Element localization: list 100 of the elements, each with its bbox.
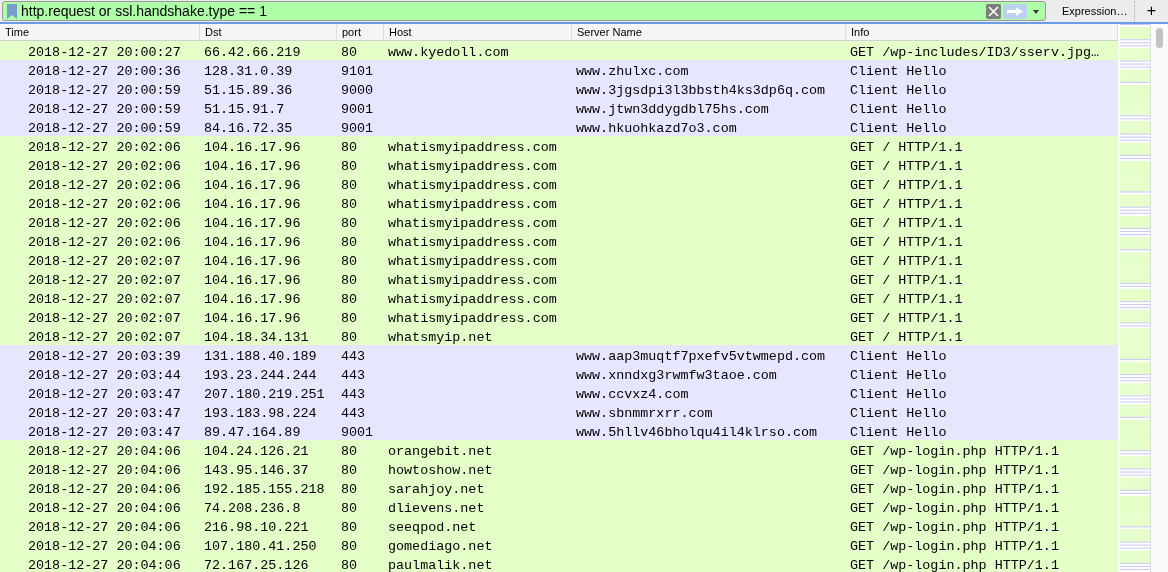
packet-row[interactable]: 2018-12-27 20:03:47 89.47.164.89 9001 www.5hllv46bholqu4il4klrso.com Client Hello bbox=[0, 421, 1118, 440]
packet-row[interactable]: 2018-12-27 20:02:06 104.16.17.96 80 whatismyipaddress.com GET / HTTP/1.1 bbox=[0, 212, 1118, 231]
clear-icon[interactable] bbox=[986, 3, 1001, 19]
table-cell-text: 84.16.72.35 bbox=[203, 120, 293, 136]
table-cell-text: GET / HTTP/1.1 bbox=[849, 310, 963, 326]
table-cell-text: 2018-12-27 20:03:47 bbox=[27, 386, 181, 402]
table-cell-text: 193.23.244.244 bbox=[203, 367, 317, 383]
table-cell-text: 104.16.17.96 bbox=[203, 272, 301, 288]
packet-row[interactable]: 2018-12-27 20:04:06 192.185.155.218 80 sarahjoy.net GET /wp-login.php HTTP/1.1 bbox=[0, 478, 1118, 497]
column-header[interactable]: Time bbox=[0, 24, 200, 40]
packet-row[interactable]: 2018-12-27 20:02:06 104.16.17.96 80 whatismyipaddress.com GET / HTTP/1.1 bbox=[0, 155, 1118, 174]
table-cell-text: 207.180.219.251 bbox=[203, 386, 325, 402]
packet-row[interactable]: 2018-12-27 20:04:06 107.180.41.250 80 gomediago.net GET /wp-login.php HTTP/1.1 bbox=[0, 535, 1118, 554]
table-cell-text: whatsmyip.net bbox=[387, 329, 493, 345]
table-cell-text: 80 bbox=[340, 519, 358, 535]
table-cell-text: 80 bbox=[340, 557, 358, 572]
table-cell-text: 2018-12-27 20:03:44 bbox=[27, 367, 181, 383]
packet-row[interactable]: 2018-12-27 20:00:59 51.15.91.7 9001 www.jtwn3ddygdbl75hs.com Client Hello bbox=[0, 98, 1118, 117]
table-cell-text: whatismyipaddress.com bbox=[387, 158, 557, 174]
table-cell-text: GET /wp-login.php HTTP/1.1 bbox=[849, 519, 1059, 535]
table-cell-text: sarahjoy.net bbox=[387, 481, 485, 497]
table-cell-text: 2018-12-27 20:02:07 bbox=[27, 253, 181, 269]
table-cell-text: 2018-12-27 20:03:47 bbox=[27, 405, 181, 421]
table-cell-text: www.kyedoll.com bbox=[387, 44, 509, 60]
table-cell-text: 104.16.17.96 bbox=[203, 253, 301, 269]
packet-row[interactable]: 2018-12-27 20:02:07 104.16.17.96 80 whatismyipaddress.com GET / HTTP/1.1 bbox=[0, 269, 1118, 288]
packet-row[interactable]: 2018-12-27 20:02:06 104.16.17.96 80 whatismyipaddress.com GET / HTTP/1.1 bbox=[0, 174, 1118, 193]
table-cell-text: 80 bbox=[340, 158, 358, 174]
table-cell-text: 72.167.25.126 bbox=[203, 557, 309, 572]
table-cell-text: 2018-12-27 20:00:36 bbox=[27, 63, 181, 79]
table-cell-text: www.5hllv46bholqu4il4klrso.com bbox=[575, 424, 818, 440]
table-cell-text: GET / HTTP/1.1 bbox=[849, 291, 963, 307]
table-cell-text: www.sbnmmrxrr.com bbox=[575, 405, 713, 421]
packet-row[interactable]: 2018-12-27 20:00:59 84.16.72.35 9001 www.hkuohkazd7o3.com Client Hello bbox=[0, 117, 1118, 136]
table-cell-text: whatismyipaddress.com bbox=[387, 310, 557, 326]
packet-row[interactable]: 2018-12-27 20:04:06 72.167.25.126 80 paulmalik.net GET /wp-login.php HTTP/1.1 bbox=[0, 554, 1118, 572]
table-cell-text: 80 bbox=[340, 44, 358, 60]
table-cell-text: 66.42.66.219 bbox=[203, 44, 301, 60]
column-header[interactable]: Server Name bbox=[572, 24, 846, 40]
table-cell-text: Client Hello bbox=[849, 367, 947, 383]
table-cell-text: Client Hello bbox=[849, 101, 947, 117]
table-cell-text: GET / HTTP/1.1 bbox=[849, 234, 963, 250]
table-cell-text: 104.18.34.131 bbox=[203, 329, 309, 345]
table-cell-text: 2018-12-27 20:02:06 bbox=[27, 139, 181, 155]
packet-row[interactable]: 2018-12-27 20:02:07 104.16.17.96 80 whatismyipaddress.com GET / HTTP/1.1 bbox=[0, 307, 1118, 326]
table-cell-text: 2018-12-27 20:02:06 bbox=[27, 234, 181, 250]
packet-row[interactable]: 2018-12-27 20:04:06 74.208.236.8 80 dlievens.net GET /wp-login.php HTTP/1.1 bbox=[0, 497, 1118, 516]
packet-row[interactable]: 2018-12-27 20:02:06 104.16.17.96 80 whatismyipaddress.com GET / HTTP/1.1 bbox=[0, 231, 1118, 250]
table-cell-text: www.ccvxz4.com bbox=[575, 386, 689, 402]
scrollbar[interactable] bbox=[1150, 24, 1168, 572]
packet-row[interactable]: 2018-12-27 20:00:27 66.42.66.219 80 www.kyedoll.com GET /wp-includes/ID3/sserv.jpg… bbox=[0, 41, 1118, 60]
packet-row[interactable]: 2018-12-27 20:02:07 104.18.34.131 80 whatsmyip.net GET / HTTP/1.1 bbox=[0, 326, 1118, 345]
packet-row[interactable]: 2018-12-27 20:02:06 104.16.17.96 80 whatismyipaddress.com GET / HTTP/1.1 bbox=[0, 136, 1118, 155]
add-button[interactable]: + bbox=[1134, 1, 1168, 21]
table-cell-text: 80 bbox=[340, 500, 358, 516]
table-cell-text: 143.95.146.37 bbox=[203, 462, 309, 478]
table-cell-text: www.hkuohkazd7o3.com bbox=[575, 120, 737, 136]
table-cell-text: 104.16.17.96 bbox=[203, 310, 301, 326]
column-header[interactable]: Dst bbox=[200, 24, 337, 40]
packet-row[interactable]: 2018-12-27 20:04:06 143.95.146.37 80 howtoshow.net GET /wp-login.php HTTP/1.1 bbox=[0, 459, 1118, 478]
table-cell-text: 2018-12-27 20:02:06 bbox=[27, 158, 181, 174]
table-cell-text: 216.98.10.221 bbox=[203, 519, 309, 535]
packet-row[interactable]: 2018-12-27 20:00:59 51.15.89.36 9000 www.3jgsdpi3l3bbsth4ks3dp6q.com Client Hello bbox=[0, 79, 1118, 98]
bookmark-icon[interactable] bbox=[7, 3, 17, 19]
table-cell-text: 9001 bbox=[340, 120, 374, 136]
packet-row[interactable]: 2018-12-27 20:04:06 104.24.126.21 80 orangebit.net GET /wp-login.php HTTP/1.1 bbox=[0, 440, 1118, 459]
column-header[interactable]: Info bbox=[846, 24, 1118, 40]
packet-row[interactable]: 2018-12-27 20:02:07 104.16.17.96 80 whatismyipaddress.com GET / HTTP/1.1 bbox=[0, 288, 1118, 307]
table-cell-text: 9000 bbox=[340, 82, 374, 98]
expression-button[interactable]: Expression… bbox=[1054, 1, 1134, 21]
table-cell-text: 443 bbox=[340, 367, 366, 383]
column-header[interactable]: Host bbox=[384, 24, 572, 40]
packet-row[interactable]: 2018-12-27 20:00:36 128.31.0.39 9101 www.zhulxc.com Client Hello bbox=[0, 60, 1118, 79]
packet-row[interactable]: 2018-12-27 20:03:47 207.180.219.251 443 www.ccvxz4.com Client Hello bbox=[0, 383, 1118, 402]
table-cell-text: 80 bbox=[340, 139, 358, 155]
table-cell-text: 131.188.40.189 bbox=[203, 348, 317, 364]
table-cell-text: GET /wp-login.php HTTP/1.1 bbox=[849, 557, 1059, 572]
table-cell-text: 80 bbox=[340, 310, 358, 326]
column-header[interactable]: port bbox=[337, 24, 384, 40]
table-cell-text: Client Hello bbox=[849, 82, 947, 98]
table-cell-text: 2018-12-27 20:00:59 bbox=[27, 82, 181, 98]
packet-row[interactable]: 2018-12-27 20:03:39 131.188.40.189 443 www.aap3muqtf7pxefv5vtwmepd.com Client Hello bbox=[0, 345, 1118, 364]
packet-row[interactable]: 2018-12-27 20:02:07 104.16.17.96 80 whatismyipaddress.com GET / HTTP/1.1 bbox=[0, 250, 1118, 269]
packet-row[interactable]: 2018-12-27 20:03:47 193.183.98.224 443 www.sbnmmrxrr.com Client Hello bbox=[0, 402, 1118, 421]
table-cell-text: GET /wp-login.php HTTP/1.1 bbox=[849, 538, 1059, 554]
filter-field[interactable]: http.request or ssl.handshake.type == 1 bbox=[2, 1, 1046, 21]
table-cell-text: 2018-12-27 20:02:06 bbox=[27, 215, 181, 231]
table-cell-text: 80 bbox=[340, 177, 358, 193]
filter-input[interactable]: http.request or ssl.handshake.type == 1 bbox=[17, 3, 986, 19]
table-cell-text: 104.16.17.96 bbox=[203, 196, 301, 212]
packet-row[interactable]: 2018-12-27 20:02:06 104.16.17.96 80 whatismyipaddress.com GET / HTTP/1.1 bbox=[0, 193, 1118, 212]
table-cell-text: seeqpod.net bbox=[387, 519, 477, 535]
table-cell-text: 104.16.17.96 bbox=[203, 234, 301, 250]
packet-row[interactable]: 2018-12-27 20:04:06 216.98.10.221 80 seeqpod.net GET /wp-login.php HTTP/1.1 bbox=[0, 516, 1118, 535]
table-cell-text: GET / HTTP/1.1 bbox=[849, 215, 963, 231]
table-cell-text: 193.183.98.224 bbox=[203, 405, 317, 421]
packet-row[interactable]: 2018-12-27 20:03:44 193.23.244.244 443 www.xnndxg3rwmfw3taoe.com Client Hello bbox=[0, 364, 1118, 383]
table-cell-text: 80 bbox=[340, 329, 358, 345]
table-cell-text: GET / HTTP/1.1 bbox=[849, 139, 963, 155]
table-cell-text: whatismyipaddress.com bbox=[387, 215, 557, 231]
